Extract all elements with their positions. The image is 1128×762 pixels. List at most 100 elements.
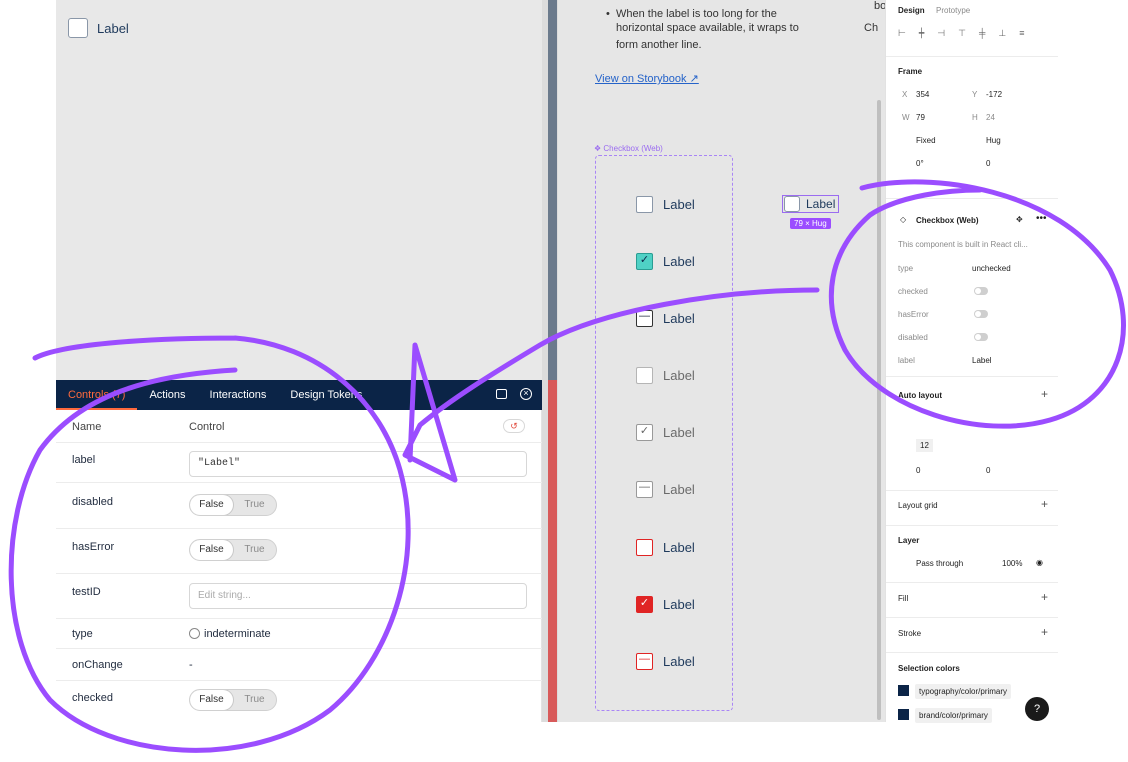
canvas-scrollbar[interactable] — [877, 100, 881, 720]
preview-checkbox-label: Label — [97, 20, 129, 36]
type-radio-indeterminate[interactable] — [189, 628, 200, 639]
frame-name-label[interactable]: ❖ Checkbox (Web) — [594, 144, 663, 153]
tab-controls[interactable]: Controls (7) — [56, 380, 138, 410]
prop-label-label: label — [898, 356, 915, 365]
toggle-false-option[interactable]: False — [190, 540, 233, 560]
distribute-icon[interactable]: ≡ — [1019, 28, 1024, 39]
close-panel-icon[interactable]: × — [520, 388, 532, 400]
tab-design[interactable]: Design — [898, 6, 925, 15]
tab-actions[interactable]: Actions — [137, 380, 197, 410]
control-row-checked: checked False True — [56, 681, 542, 722]
toggle-false-option[interactable]: False — [190, 495, 233, 515]
component-name[interactable]: Checkbox (Web) — [916, 216, 979, 225]
h-input[interactable]: 24 — [986, 113, 995, 122]
align-top-icon[interactable]: ⊤ — [958, 28, 966, 39]
w-input[interactable]: 79 — [916, 113, 925, 122]
align-center-h-icon[interactable]: ┿ — [919, 28, 924, 39]
horizontal-padding-input[interactable]: 0 — [916, 466, 920, 475]
variant-indeterminate[interactable]: — Label — [636, 310, 695, 327]
checked-boolean-toggle[interactable]: False True — [189, 689, 277, 711]
add-stroke-icon[interactable]: + — [1041, 625, 1048, 639]
blend-mode-select[interactable]: Pass through — [916, 559, 963, 568]
checkmark-icon: ✓ — [636, 424, 653, 441]
height-resizing-select[interactable]: Hug — [986, 136, 1001, 145]
label-text-input[interactable]: "Label" — [189, 451, 527, 477]
y-input[interactable]: -172 — [986, 90, 1002, 99]
variant-error-unchecked[interactable]: Label — [636, 539, 695, 556]
control-name-haserror: hasError — [72, 541, 115, 553]
prop-disabled-switch[interactable] — [974, 333, 988, 341]
more-options-icon[interactable]: ••• — [1036, 213, 1047, 224]
layer-title: Layer — [898, 536, 920, 545]
align-bottom-icon[interactable]: ⊥ — [998, 28, 1006, 39]
opacity-input[interactable]: 100% — [1002, 559, 1022, 568]
toggle-true-option[interactable]: True — [233, 495, 276, 515]
align-right-icon[interactable]: ⊣ — [937, 28, 945, 39]
layer-section: Layer Pass through 100% ◉ — [886, 525, 1058, 582]
doc-text-line-2: horizontal space available, it wraps to — [616, 22, 799, 34]
testid-text-input[interactable]: Edit string... — [189, 583, 527, 609]
minus-icon: — — [636, 310, 653, 327]
tab-interactions[interactable]: Interactions — [198, 380, 279, 410]
eye-icon[interactable]: ◉ — [1036, 558, 1043, 567]
haserror-boolean-toggle[interactable]: False True — [189, 539, 277, 561]
toggle-false-option[interactable]: False — [190, 690, 233, 710]
add-fill-icon[interactable]: + — [1041, 590, 1048, 604]
checkbox-component-frame[interactable]: Label ✓ Label — Label Label ✓ Label — Label … — [595, 155, 733, 711]
h-label: H — [972, 113, 978, 122]
fill-section: Fill + — [886, 582, 1058, 617]
prop-checked-switch[interactable] — [974, 287, 988, 295]
toggle-true-option[interactable]: True — [233, 540, 276, 560]
add-layout-grid-icon[interactable]: + — [1041, 497, 1048, 511]
minus-icon: — — [636, 653, 653, 670]
preview-checkbox[interactable]: Label — [68, 18, 129, 38]
variant-label: Label — [663, 482, 695, 497]
variant-error-indeterminate[interactable]: — Label — [636, 653, 695, 670]
y-label: Y — [972, 90, 978, 99]
go-to-main-component-icon[interactable]: ✥ — [1016, 215, 1023, 224]
control-row-disabled: disabled False True — [56, 483, 542, 529]
add-auto-layout-icon[interactable]: + — [1041, 387, 1048, 401]
prop-type-select[interactable]: unchecked — [972, 264, 1011, 273]
variant-error-checked[interactable]: ✓ Label — [636, 596, 695, 613]
tab-design-tokens[interactable]: Design Tokens — [278, 380, 374, 410]
size-badge: 79 × Hug — [790, 218, 831, 229]
align-left-icon[interactable]: ⊢ — [898, 28, 906, 39]
gap-input[interactable]: 12 — [916, 439, 933, 452]
width-resizing-select[interactable]: Fixed — [916, 136, 936, 145]
prop-haserror-switch[interactable] — [974, 310, 988, 318]
align-center-v-icon[interactable]: ╪ — [979, 28, 985, 39]
variant-disabled-indeterminate[interactable]: — Label — [636, 481, 695, 498]
color-swatch[interactable] — [898, 685, 909, 696]
toggle-true-option[interactable]: True — [233, 690, 276, 710]
view-on-storybook-link[interactable]: View on Storybook ↗ — [595, 72, 699, 85]
prop-label-input[interactable]: Label — [972, 356, 992, 365]
checkbox-box — [636, 196, 653, 213]
variant-checked[interactable]: ✓ Label — [636, 253, 695, 270]
storybook-preview-canvas: Label — [56, 0, 542, 380]
control-row-type: type indeterminate — [56, 619, 542, 649]
x-input[interactable]: 354 — [916, 90, 929, 99]
tab-prototype[interactable]: Prototype — [936, 6, 970, 15]
reset-controls-icon[interactable]: ↺ — [503, 419, 525, 433]
auto-layout-title: Auto layout — [898, 391, 942, 400]
checkbox-box[interactable] — [68, 18, 88, 38]
component-diamond-icon: ◇ — [900, 215, 907, 224]
color-style-typography-primary[interactable]: typography/color/primary — [915, 684, 1012, 699]
color-swatch[interactable] — [898, 709, 909, 720]
variant-label: Label — [663, 197, 695, 212]
disabled-boolean-toggle[interactable]: False True — [189, 494, 277, 516]
vertical-padding-input[interactable]: 0 — [986, 466, 990, 475]
rotation-input[interactable]: 0° — [916, 159, 924, 168]
variant-unchecked[interactable]: Label — [636, 196, 695, 213]
panel-orientation-icon[interactable] — [496, 389, 507, 399]
radius-input[interactable]: 0 — [986, 159, 990, 168]
auto-layout-section: Auto layout + 12 0 0 — [886, 376, 1058, 490]
prop-disabled-label: disabled — [898, 333, 928, 342]
help-button[interactable]: ? — [1025, 697, 1049, 721]
color-style-brand-primary[interactable]: brand/color/primary — [915, 708, 992, 723]
variant-disabled-checked[interactable]: ✓ Label — [636, 424, 695, 441]
variant-disabled-unchecked[interactable]: Label — [636, 367, 695, 384]
selected-checkbox-instance[interactable]: Label — [782, 195, 839, 213]
doc-bullet: • — [606, 8, 610, 20]
